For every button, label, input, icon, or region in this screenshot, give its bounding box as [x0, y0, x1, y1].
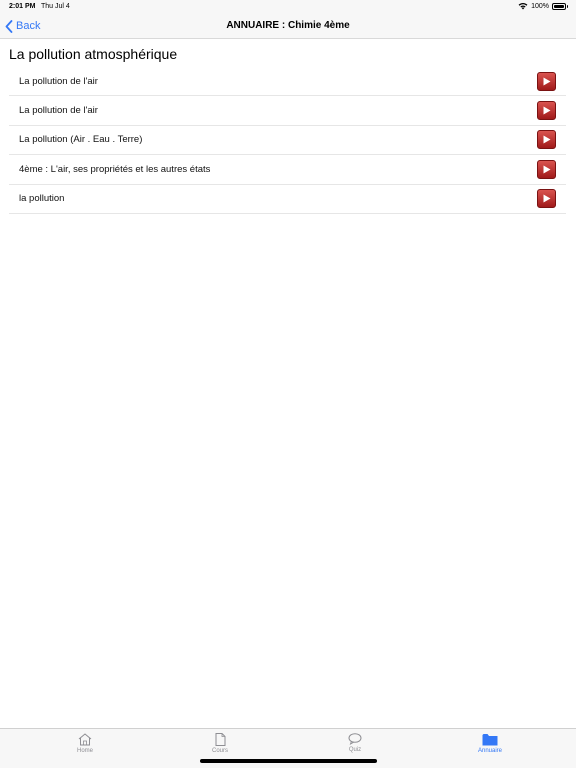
tab-annuaire[interactable]: Annuaire — [460, 733, 520, 763]
section-title: La pollution atmosphérique — [9, 46, 178, 62]
list-item-label: 4ème : L'air, ses propriétés et les autr… — [19, 163, 211, 175]
status-bar: 2:01 PM Thu Jul 4 100% — [0, 0, 576, 14]
navigation-bar: Back ANNUAIRE : Chimie 4ème — [0, 14, 576, 39]
document-icon — [215, 733, 225, 746]
play-icon — [543, 165, 551, 174]
battery-percent: 100% — [531, 2, 549, 10]
list-item[interactable]: 4ème : L'air, ses propriétés et les autr… — [9, 155, 566, 185]
status-time: 2:01 PM — [9, 3, 36, 10]
play-icon — [543, 77, 551, 85]
list-item-label: La pollution (Air . Eau . Terre) — [19, 134, 143, 146]
speech-bubble-icon — [348, 733, 362, 745]
tab-home[interactable]: Home — [55, 733, 115, 763]
folder-icon — [482, 734, 498, 746]
wifi-icon — [518, 2, 528, 10]
home-indicator[interactable] — [200, 759, 377, 763]
house-icon — [78, 733, 92, 746]
play-button[interactable] — [537, 130, 556, 150]
tab-label: Home — [76, 748, 93, 754]
tab-label: Quiz — [348, 747, 362, 753]
list-item[interactable]: La pollution de l'air — [9, 67, 566, 97]
play-icon — [543, 135, 551, 144]
play-icon — [543, 106, 551, 115]
tab-label: Annuaire — [477, 748, 503, 754]
list-item-label: La pollution de l'air — [19, 75, 98, 87]
play-button[interactable] — [537, 71, 556, 91]
list-item-label: la pollution — [19, 193, 65, 205]
status-date: Thu Jul 4 — [41, 3, 70, 10]
list-item-label: La pollution de l'air — [19, 105, 98, 117]
play-button[interactable] — [537, 159, 556, 179]
tab-label: Cours — [211, 748, 228, 754]
play-button[interactable] — [537, 189, 556, 209]
battery-icon — [552, 2, 568, 10]
video-list: La pollution de l'air La pollution de l'… — [9, 67, 566, 214]
list-item[interactable]: la pollution — [9, 185, 566, 214]
status-right: 100% — [518, 2, 568, 10]
play-button[interactable] — [537, 100, 556, 120]
list-item[interactable]: La pollution de l'air — [9, 96, 566, 126]
list-item[interactable]: La pollution (Air . Eau . Terre) — [9, 126, 566, 156]
play-icon — [543, 194, 551, 203]
page-title: ANNUAIRE : Chimie 4ème — [226, 20, 350, 31]
